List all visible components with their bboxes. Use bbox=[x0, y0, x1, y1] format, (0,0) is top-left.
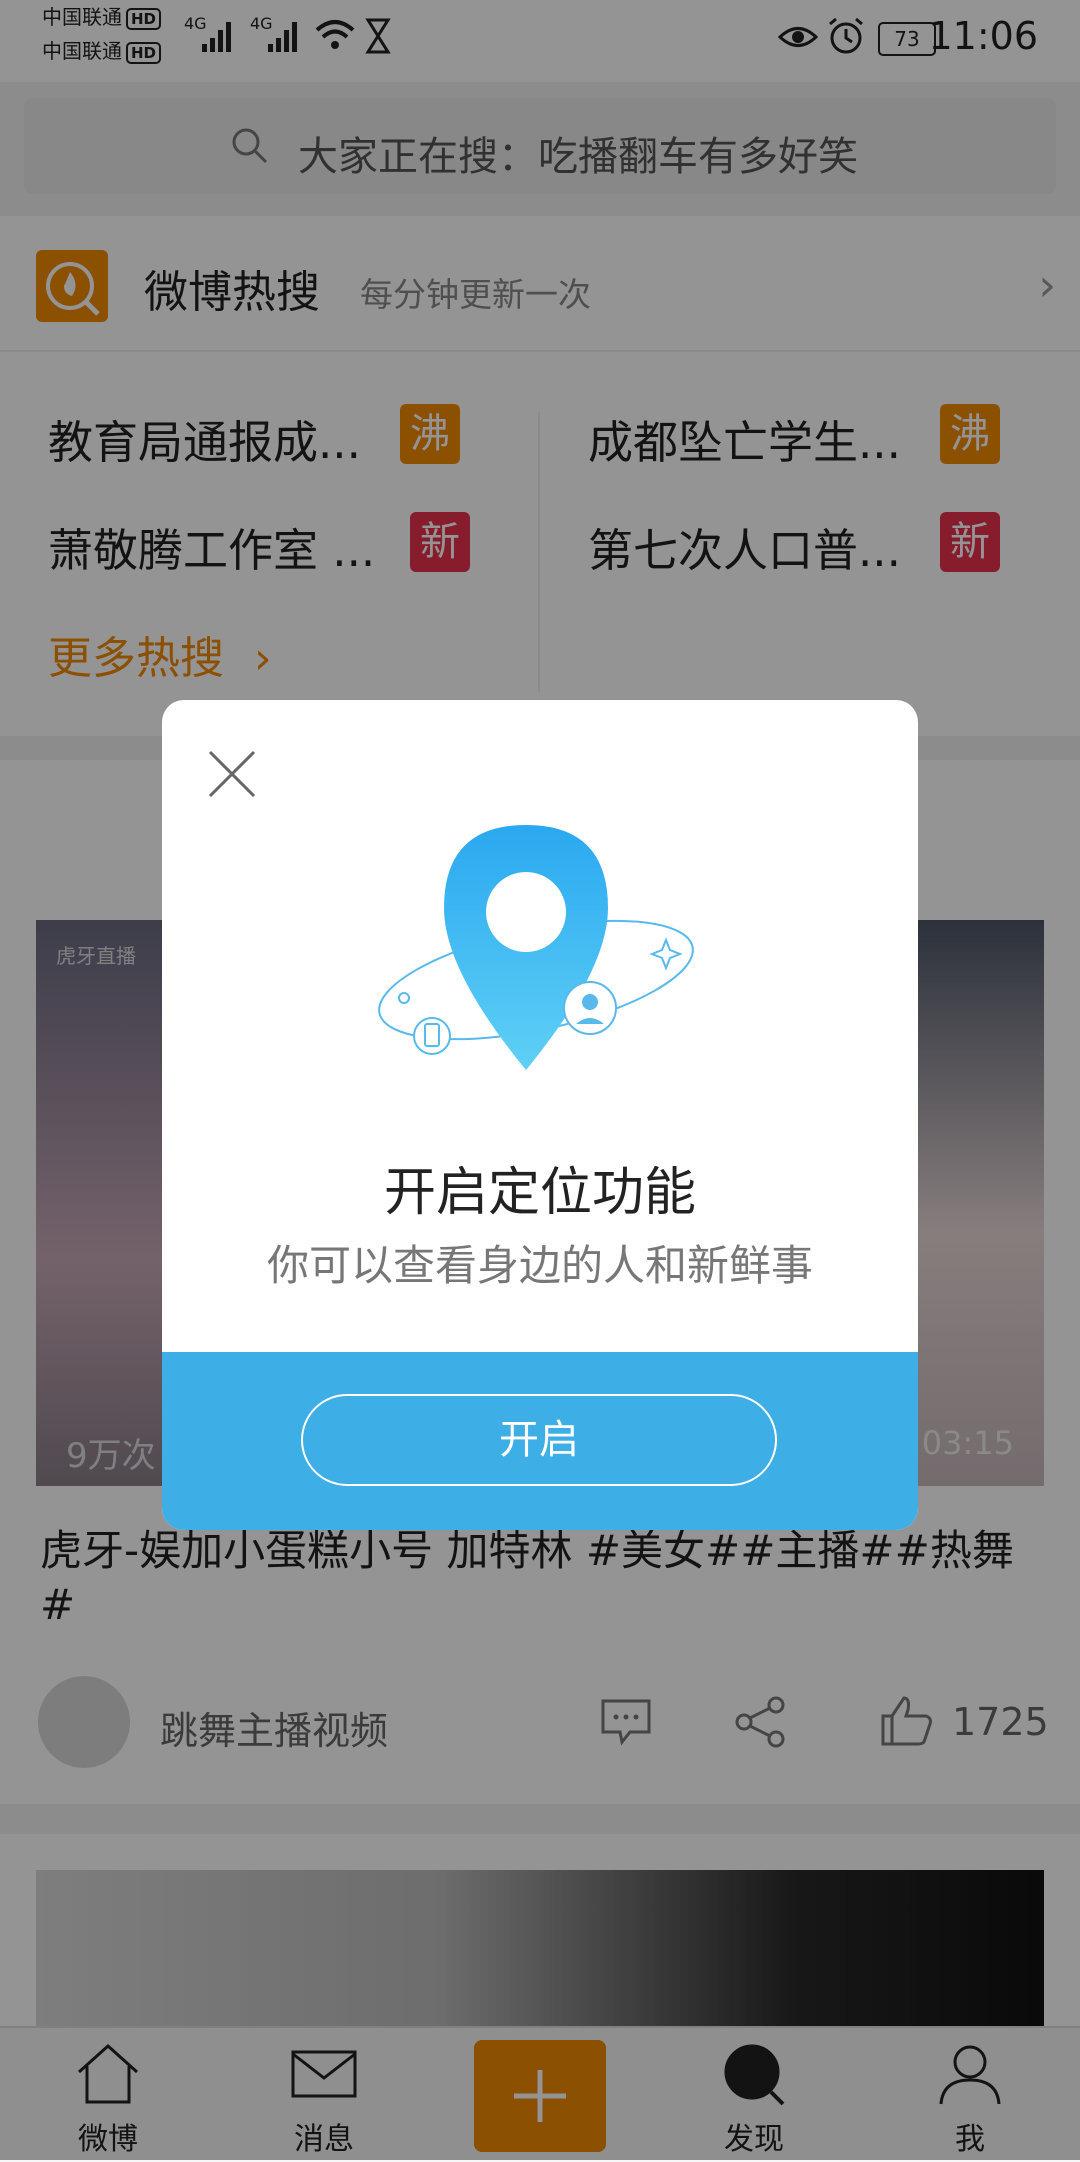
close-icon[interactable] bbox=[204, 746, 260, 802]
dialog-subtitle: 你可以查看身边的人和新鲜事 bbox=[266, 1241, 813, 1290]
dialog-title: 开启定位功能 bbox=[383, 1163, 696, 1223]
location-pin-icon bbox=[378, 825, 694, 1070]
dialog-footer: 开启 bbox=[162, 1352, 918, 1530]
enable-location-button[interactable]: 开启 bbox=[301, 1394, 777, 1486]
location-permission-dialog: 开启定位功能 你可以查看身边的人和新鲜事 开启 bbox=[162, 700, 918, 1530]
